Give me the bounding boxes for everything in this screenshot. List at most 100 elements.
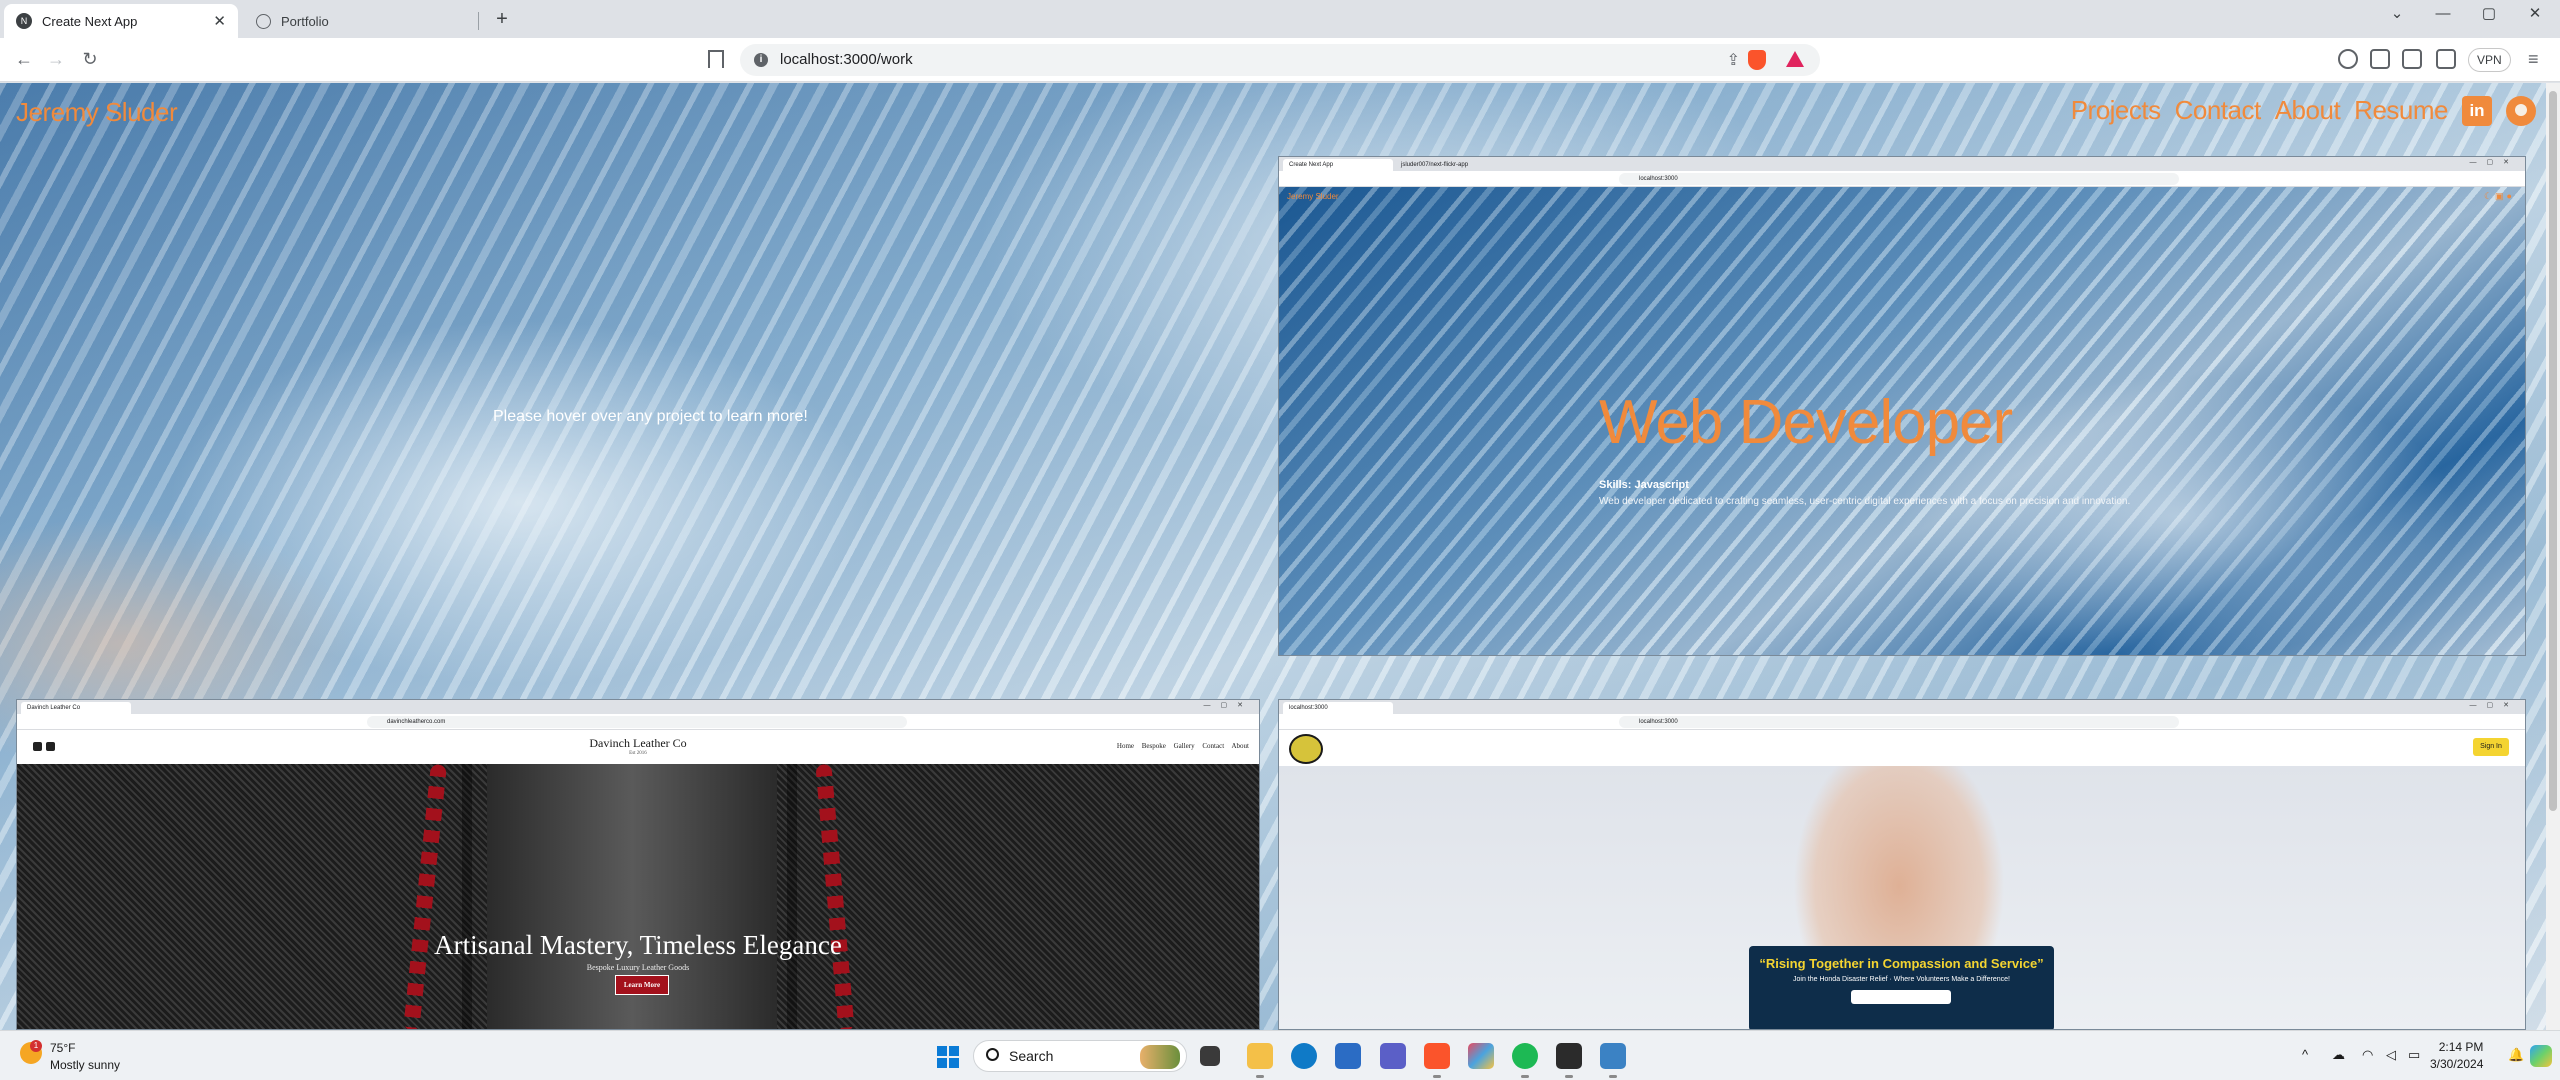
davinch-hero-title: Artisanal Mastery, Timeless Elegance (434, 930, 842, 960)
bookmark-icon[interactable] (708, 50, 724, 68)
wallet-icon[interactable] (2338, 49, 2358, 69)
davinch-brand-sub: Est 2016 (629, 751, 647, 756)
file-explorer-icon[interactable] (1247, 1043, 1273, 1078)
mini-window-controls: —▢✕ (1203, 702, 1253, 709)
browser-menu-icon[interactable]: ≡ (2528, 49, 2539, 70)
red-stitching (815, 763, 855, 1029)
new-tab-button[interactable]: + (490, 8, 514, 32)
mini-tab: jsluder007/next-flickr-app (1401, 162, 1469, 168)
extensions-icon[interactable] (2370, 49, 2390, 69)
tab-divider (478, 12, 479, 30)
reload-button[interactable]: ↻ (78, 48, 102, 72)
address-bar[interactable]: i localhost:3000/work ⇪ (740, 44, 1820, 76)
back-button[interactable]: ← (12, 48, 36, 72)
honda-hero-image: “Rising Together in Compassion and Servi… (1279, 766, 2525, 1029)
vscode-icon[interactable] (1600, 1043, 1626, 1078)
minimize-button[interactable]: — (2420, 0, 2466, 30)
weather-temperature[interactable]: 75°F (50, 1041, 75, 1055)
mini-tab: Create Next App (1283, 159, 1393, 171)
mini-social-icons: ☾▣● (2483, 191, 2515, 201)
nav-projects[interactable]: Projects (2071, 95, 2161, 126)
maximize-button[interactable]: ▢ (2466, 0, 2512, 30)
vpn-button[interactable]: VPN (2468, 48, 2511, 72)
app-icon[interactable] (1468, 1043, 1494, 1069)
banner-title: “Rising Together in Compassion and Servi… (1759, 956, 2044, 971)
site-title[interactable]: Jeremy Sluder (16, 97, 178, 128)
mini-toolbar: localhost:3000 (1279, 714, 2525, 730)
onedrive-icon[interactable]: ☁ (2332, 1047, 2345, 1063)
address-url[interactable]: localhost:3000/work (780, 51, 913, 68)
weather-badge: 1 (30, 1040, 42, 1052)
close-tab-icon[interactable]: ✕ (213, 12, 226, 30)
site-info-icon[interactable]: i (754, 53, 768, 67)
mini-tab: localhost:3000 (1283, 702, 1393, 714)
skills-label: Skills: Javascript (1599, 479, 1689, 491)
davinch-brand: Davinch Leather Co (589, 736, 687, 750)
clock-date: 3/30/2024 (2430, 1057, 2484, 1071)
mini-window-controls: —▢✕ (2469, 159, 2519, 166)
tab-label: Create Next App (42, 13, 138, 29)
banner-button (1851, 990, 1951, 1004)
portfolio-page: Jeremy Sluder Projects Contact About Res… (0, 83, 2546, 1030)
davinch-nav: Home Bespoke Gallery Contact About (1116, 742, 1249, 750)
linkedin-icon[interactable]: in (2462, 95, 2492, 126)
globe-icon (256, 13, 271, 29)
brave-shields-icon[interactable] (1748, 50, 1766, 70)
mini-address: davinchleatherco.com (367, 716, 907, 728)
store-icon[interactable] (1335, 1043, 1361, 1069)
mini-tab-bar: Davinch Leather Co —▢✕ (17, 700, 1259, 714)
web-developer-headline: Web Developer (1599, 388, 2013, 457)
github-icon[interactable] (2506, 95, 2536, 126)
tab-list-button[interactable]: ⌄ (2374, 0, 2420, 30)
notifications-icon[interactable]: 🔔 (2508, 1047, 2524, 1063)
mini-toolbar: davinchleatherco.com (17, 714, 1259, 730)
page-scrollbar[interactable] (2546, 83, 2560, 1030)
nextjs-favicon-icon: N (16, 13, 32, 29)
mini-window-controls: —▢✕ (2469, 702, 2519, 709)
sidebar-icon[interactable] (2436, 49, 2456, 69)
banner-subtitle: Join the Honda Disaster Relief · Where V… (1793, 976, 2010, 983)
spotify-icon[interactable] (1512, 1043, 1538, 1078)
project-davinch-leather[interactable]: Davinch Leather Co —▢✕ davinchleatherco.… (16, 699, 1260, 1030)
battery-icon[interactable]: ▭ (2408, 1047, 2420, 1063)
mini-address: localhost:3000 (1619, 173, 2179, 185)
web-developer-preview: Jeremy Sluder ☾▣● Web Developer Skills: … (1279, 187, 2525, 655)
brave-rewards-icon[interactable] (1786, 51, 1804, 67)
teams-icon[interactable] (1380, 1043, 1406, 1069)
volume-icon[interactable]: ◁ (2386, 1047, 2396, 1063)
taskbar-clock[interactable]: 2:14 PM 3/30/2024 (2430, 1039, 2483, 1073)
weather-condition[interactable]: Mostly sunny (50, 1058, 120, 1072)
nav-contact[interactable]: Contact (2175, 95, 2262, 126)
site-nav: Projects Contact About Resume in (2071, 95, 2536, 126)
search-highlight-image (1140, 1045, 1180, 1069)
show-hidden-icons[interactable]: ^ (2302, 1047, 2308, 1062)
project-honda-relief[interactable]: localhost:3000 —▢✕ localhost:3000 Sign I… (1278, 699, 2526, 1030)
edge-icon[interactable] (1291, 1043, 1317, 1069)
clock-time: 2:14 PM (2438, 1040, 2484, 1054)
nav-about[interactable]: About (2275, 95, 2341, 126)
project-web-developer[interactable]: Create Next App jsluder007/next-flickr-a… (1278, 156, 2526, 656)
scrollbar-thumb[interactable] (2549, 91, 2557, 811)
taskbar-search[interactable]: Search (973, 1040, 1187, 1072)
sign-in-button: Sign In (2473, 738, 2509, 756)
share-icon[interactable]: ⇪ (1727, 50, 1740, 70)
honda-logo-icon (1289, 734, 1323, 764)
tab-create-next-app[interactable]: N Create Next App ✕ (4, 4, 238, 38)
forward-button[interactable]: → (44, 48, 68, 72)
honda-header: Sign In (1279, 730, 2525, 766)
start-windows-icon[interactable] (937, 1046, 959, 1068)
tab-portfolio[interactable]: Portfolio (244, 4, 478, 38)
search-label: Search (1009, 1048, 1054, 1064)
mini-site-title: Jeremy Sluder (1287, 192, 1339, 201)
terminal-icon[interactable] (1556, 1043, 1582, 1078)
browser-toolbar: ← → ↻ i localhost:3000/work ⇪ VPN ≡ (0, 38, 2560, 82)
brave-icon[interactable] (1424, 1043, 1450, 1078)
mini-address: localhost:3000 (1619, 716, 2179, 728)
close-window-button[interactable]: ✕ (2512, 0, 2558, 30)
downloads-icon[interactable] (2402, 49, 2422, 69)
nav-resume[interactable]: Resume (2354, 95, 2448, 126)
wifi-icon[interactable]: ◠ (2362, 1047, 2373, 1063)
taskbar: 1 75°F Mostly sunny Search ^ ☁ ◠ ◁ ▭ 2:1… (0, 1030, 2560, 1080)
copilot-icon[interactable] (2530, 1045, 2552, 1067)
task-view-icon[interactable] (1200, 1046, 1220, 1066)
